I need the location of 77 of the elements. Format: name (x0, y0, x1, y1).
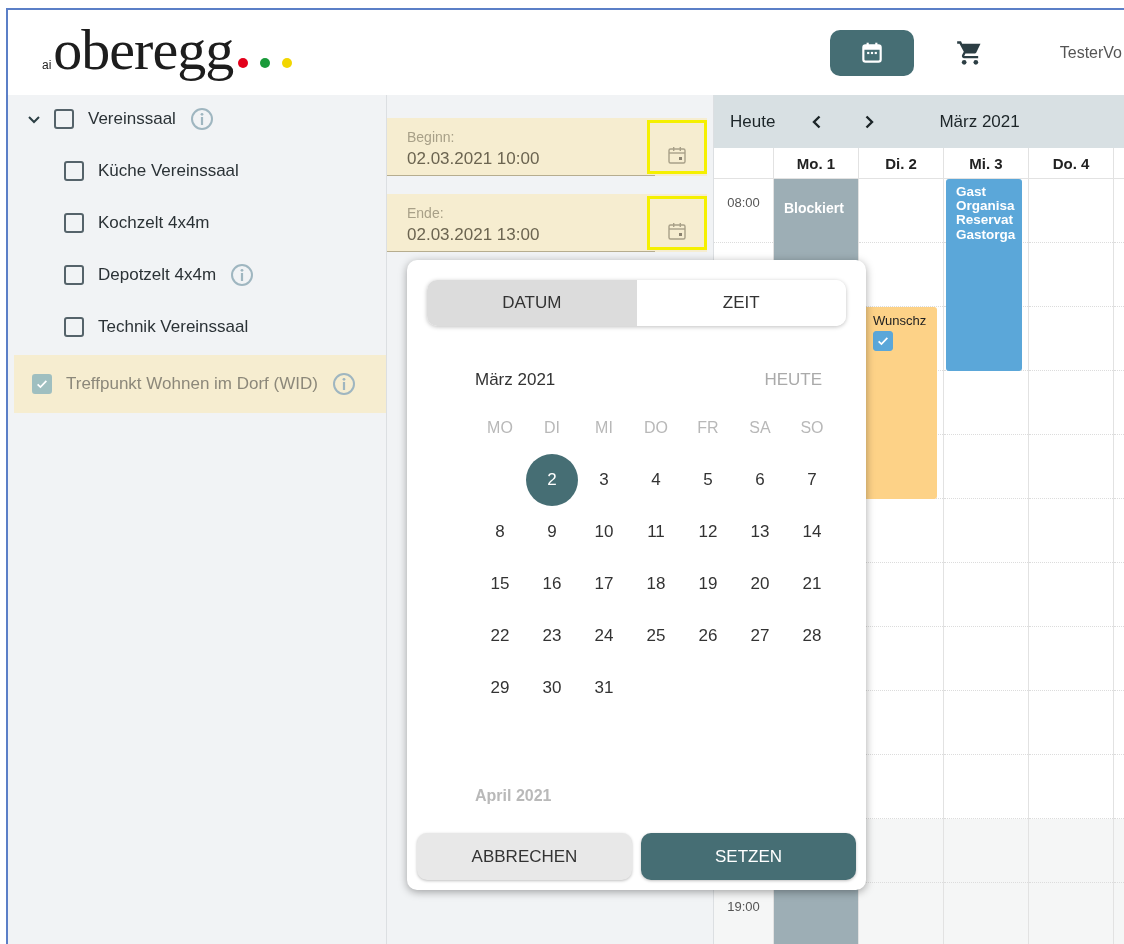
day-header: Di. 2 (859, 148, 944, 178)
weekday-label: DO (643, 418, 669, 438)
time-label: 08:00 (727, 195, 760, 212)
day-button[interactable]: 24 (578, 610, 630, 662)
weekday-label: DI (543, 418, 561, 438)
day-header: Mo. 1 (774, 148, 859, 178)
weekday-label: SO (799, 418, 825, 438)
day-button[interactable]: 27 (734, 610, 786, 662)
weekday-label: MI (594, 418, 614, 438)
cancel-button[interactable]: ABBRECHEN (417, 833, 632, 880)
day-button[interactable]: 20 (734, 558, 786, 610)
tab[interactable]: ZEIT (636, 280, 846, 326)
day-button[interactable]: 5 (682, 454, 734, 506)
date-field[interactable]: Beginn: 02.03.2021 10:00 (387, 118, 707, 176)
weekday-label: FR (696, 418, 720, 438)
tree-item[interactable]: Depotzelt 4x4m (8, 249, 386, 301)
event-text: Reservat (956, 213, 1014, 228)
day-button[interactable]: 26 (682, 610, 734, 662)
day-button[interactable]: 25 (630, 610, 682, 662)
date-field[interactable]: Ende: 02.03.2021 13:00 (387, 194, 707, 252)
month-title: März 2021 (475, 370, 556, 390)
day-button[interactable]: 22 (474, 610, 526, 662)
day-button[interactable]: 8 (474, 506, 526, 558)
day-button[interactable]: 19 (682, 558, 734, 610)
day-button[interactable]: 28 (786, 610, 838, 662)
item-label: Küche Vereinssaal (98, 161, 239, 181)
today-button[interactable]: Heute (730, 111, 776, 132)
set-button[interactable]: SETZEN (641, 833, 856, 880)
field-value: 02.03.2021 10:00 (407, 149, 541, 169)
day-button[interactable]: 17 (578, 558, 630, 610)
day-button[interactable]: 10 (578, 506, 630, 558)
logo-text: oberegg (53, 20, 234, 79)
day-button[interactable]: 2 (526, 454, 578, 506)
day-button[interactable]: 6 (734, 454, 786, 506)
tree-item[interactable]: Kochzelt 4x4m (8, 197, 386, 249)
event-text: Blockiert (784, 200, 845, 216)
tab[interactable]: DATUM (427, 280, 637, 326)
item-label: Vereinssaal (88, 109, 176, 129)
event-text: Wunschz (873, 313, 928, 328)
tree-item[interactable]: Küche Vereinssaal (8, 145, 386, 197)
day-button[interactable]: 21 (786, 558, 838, 610)
item-label: Technik Vereinssaal (98, 317, 249, 337)
logo-prefix: ai (42, 57, 52, 72)
day-button[interactable]: 7 (786, 454, 838, 506)
tree-item[interactable]: Technik Vereinssaal (8, 301, 386, 353)
day-button[interactable]: 9 (526, 506, 578, 558)
month-title: März 2021 (939, 111, 1020, 132)
event-text: Organisa (956, 199, 1016, 214)
day-button[interactable]: 18 (630, 558, 682, 610)
time-label: 19:00 (727, 899, 760, 916)
item-label: Treffpunkt Wohnen im Dorf (WID) (66, 374, 318, 394)
tree-item[interactable]: Vereinssaal (8, 93, 386, 145)
day-header: Mi. 3 (944, 148, 1029, 178)
day-button[interactable]: 14 (786, 506, 838, 558)
day-button[interactable]: 16 (526, 558, 578, 610)
day-button[interactable]: 3 (578, 454, 630, 506)
day-button[interactable]: 13 (734, 506, 786, 558)
field-label: Ende: (407, 205, 445, 221)
weekday-label: SA (748, 418, 772, 438)
day-button[interactable]: 4 (630, 454, 682, 506)
day-button[interactable]: 11 (630, 506, 682, 558)
day-button[interactable]: 23 (526, 610, 578, 662)
item-label: Depotzelt 4x4m (98, 265, 217, 285)
day-button[interactable]: 29 (474, 662, 526, 714)
event-text: Gastorga (956, 227, 1017, 242)
day-header: Do. 4 (1029, 148, 1114, 178)
item-label: Kochzelt 4x4m (98, 213, 210, 233)
day-button[interactable]: 15 (474, 558, 526, 610)
field-value: 02.03.2021 13:00 (407, 225, 541, 245)
field-label: Beginn: (407, 129, 456, 145)
weekday-label: MO (486, 418, 514, 438)
day-button[interactable]: 12 (682, 506, 734, 558)
user-name[interactable]: TesterVo (1059, 43, 1122, 62)
event-text: Gast (956, 185, 987, 200)
day-button[interactable]: 31 (578, 662, 630, 714)
day-button[interactable]: 30 (526, 662, 578, 714)
next-month-title: April 2021 (475, 787, 553, 805)
